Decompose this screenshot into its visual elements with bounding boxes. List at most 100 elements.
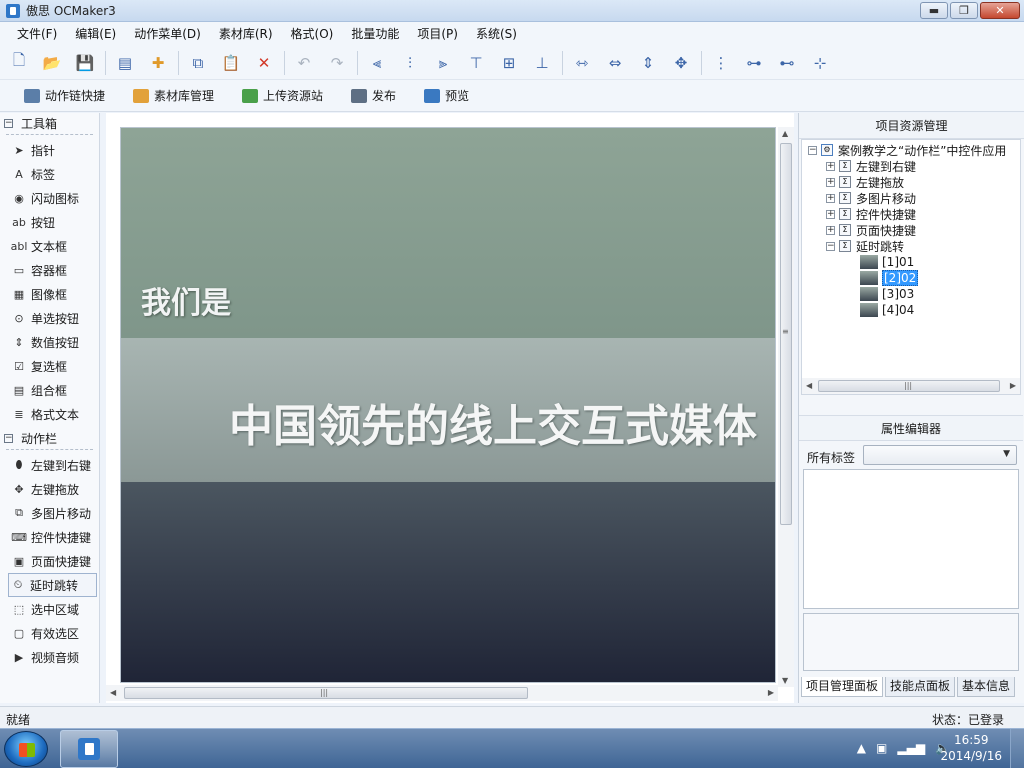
canvas-vertical-scrollbar[interactable]: ▲ ≡ ▼ <box>778 127 794 687</box>
distribute-h-icon[interactable]: ⇿ <box>569 50 595 76</box>
menu-format[interactable]: 格式(O) <box>282 22 343 46</box>
align-left-icon[interactable]: ⫷ <box>364 50 390 76</box>
plugin-icon[interactable]: ✚ <box>145 50 171 76</box>
delete-icon[interactable]: ✕ <box>251 50 277 76</box>
tool-item[interactable]: abl 文本框 <box>0 234 99 258</box>
new-file-icon[interactable]: 🗋 <box>6 50 32 76</box>
tool-item[interactable]: ab 按钮 <box>0 210 99 234</box>
network-icon[interactable]: ▂▄▆ <box>897 741 925 755</box>
open-folder-icon[interactable]: 📂 <box>39 50 65 76</box>
menu-library[interactable]: 素材库(R) <box>210 22 282 46</box>
tree-node[interactable]: + Σ 左键拖放 <box>826 174 904 190</box>
toolbox-section-header[interactable]: − 工具箱 <box>0 113 99 133</box>
scroll-left-icon[interactable]: ◀ <box>806 381 812 390</box>
align-right-icon[interactable]: ⫸ <box>430 50 456 76</box>
collapse-icon[interactable]: − <box>808 145 817 155</box>
preview-button[interactable]: 预览 <box>424 87 469 104</box>
tool-item[interactable]: ◉ 闪动图标 <box>0 186 99 210</box>
expand-icon[interactable]: + <box>826 193 835 203</box>
tree-page[interactable]: [1]01 <box>860 254 914 270</box>
action-item[interactable]: ▣ 页面快捷键 <box>0 549 99 573</box>
tree-node[interactable]: + Σ 控件快捷键 <box>826 206 916 222</box>
minimize-button[interactable]: ▬ <box>920 2 948 19</box>
same-size-icon[interactable]: ✥ <box>668 50 694 76</box>
property-grid[interactable] <box>803 469 1019 609</box>
canvas-horizontal-scrollbar[interactable]: ◀ ||| ▶ <box>106 685 778 701</box>
page-stage[interactable]: 我们是 中国领先的线上交互式媒体 <box>120 127 776 683</box>
align-top-icon[interactable]: ⊤ <box>463 50 489 76</box>
expand-icon[interactable]: + <box>826 177 835 187</box>
upload-button[interactable]: 上传资源站 <box>242 87 323 104</box>
start-button[interactable] <box>4 731 48 767</box>
same-height-icon[interactable]: ⇕ <box>635 50 661 76</box>
space-v-icon[interactable]: ⊷ <box>774 50 800 76</box>
tool-item[interactable]: ≣ 格式文本 <box>0 402 99 426</box>
tree-node[interactable]: + Σ 页面快捷键 <box>826 222 916 238</box>
design-canvas[interactable]: 我们是 中国领先的线上交互式媒体 ▲ ≡ ▼ ◀ ||| ▶ <box>106 113 794 703</box>
stage-tagline[interactable]: 中国领先的线上交互式媒体 <box>229 390 757 454</box>
tree-root[interactable]: − ⚙ 案例教学之“动作栏”中控件应用 <box>808 142 1006 158</box>
tool-item[interactable]: ☑ 复选框 <box>0 354 99 378</box>
stage-heading[interactable]: 我们是 <box>141 278 231 322</box>
align-middle-icon[interactable]: ⊞ <box>496 50 522 76</box>
properties-icon[interactable]: ▤ <box>112 50 138 76</box>
menu-file[interactable]: 文件(F) <box>8 22 66 46</box>
scroll-left-icon[interactable]: ◀ <box>110 688 116 697</box>
scroll-down-icon[interactable]: ▼ <box>782 676 788 685</box>
expand-icon[interactable]: + <box>826 209 835 219</box>
show-desktop-button[interactable] <box>1010 729 1024 768</box>
tree-page[interactable]: [2]02 <box>860 270 919 286</box>
tool-item[interactable]: ⇕ 数值按钮 <box>0 330 99 354</box>
action-item[interactable]: ▶ 视频音频 <box>0 645 99 669</box>
tray-expand-icon[interactable]: ▲ <box>857 741 866 755</box>
action-item[interactable]: ⌨ 控件快捷键 <box>0 525 99 549</box>
tool-item[interactable]: ▤ 组合框 <box>0 378 99 402</box>
copy-icon[interactable]: ⧉ <box>185 50 211 76</box>
same-width-icon[interactable]: ⇔ <box>602 50 628 76</box>
menu-edit[interactable]: 编辑(E) <box>66 22 125 46</box>
tree-node[interactable]: + Σ 左键到右键 <box>826 158 916 174</box>
menu-batch[interactable]: 批量功能 <box>342 22 408 46</box>
tree-node[interactable]: − Σ 延时跳转 <box>826 238 904 254</box>
maximize-button[interactable]: ❐ <box>950 2 978 19</box>
menu-system[interactable]: 系统(S) <box>467 22 526 46</box>
scroll-up-icon[interactable]: ▲ <box>782 129 788 138</box>
distribute-v-icon[interactable]: ⋮ <box>708 50 734 76</box>
tree-page[interactable]: [4]04 <box>860 302 914 318</box>
expand-icon[interactable]: + <box>826 161 835 171</box>
menu-project[interactable]: 项目(P) <box>408 22 467 46</box>
library-manage-button[interactable]: 素材库管理 <box>133 87 214 104</box>
taskbar-app-ocmaker[interactable] <box>60 730 118 768</box>
align-center-icon[interactable]: ⫶ <box>397 50 423 76</box>
property-filter-select[interactable]: ▼ <box>863 445 1017 465</box>
chevron-down-icon[interactable]: ▼ <box>1003 449 1010 459</box>
redo-icon[interactable]: ↷ <box>324 50 350 76</box>
align-bottom-icon[interactable]: ⊥ <box>529 50 555 76</box>
tool-item[interactable]: ⊙ 单选按钮 <box>0 306 99 330</box>
action-section-header[interactable]: − 动作栏 <box>0 428 99 448</box>
center-icon[interactable]: ⊹ <box>807 50 833 76</box>
tool-item[interactable]: ▦ 图像框 <box>0 282 99 306</box>
scroll-right-icon[interactable]: ▶ <box>1010 381 1016 390</box>
tray-device-icon[interactable]: ▣ <box>876 741 887 755</box>
menu-action[interactable]: 动作菜单(D) <box>125 22 210 46</box>
action-item[interactable]: ▢ 有效选区 <box>0 621 99 645</box>
action-item[interactable]: ⧉ 多图片移动 <box>0 501 99 525</box>
collapse-icon[interactable]: − <box>4 118 13 128</box>
collapse-icon[interactable]: − <box>826 241 835 251</box>
save-icon[interactable]: 💾 <box>72 50 98 76</box>
action-chain-button[interactable]: 动作链快捷 <box>24 87 105 104</box>
clock[interactable]: 16:59 2014/9/16 <box>940 732 1002 764</box>
close-button[interactable]: ✕ <box>980 2 1020 19</box>
scroll-right-icon[interactable]: ▶ <box>768 688 774 697</box>
tab-basic-info[interactable]: 基本信息 <box>957 677 1016 697</box>
publish-button[interactable]: 发布 <box>351 87 396 104</box>
tool-item[interactable]: ➤ 指针 <box>0 138 99 162</box>
tree-horizontal-scrollbar[interactable]: ◀ ||| ▶ <box>802 378 1020 394</box>
tree-page[interactable]: [3]03 <box>860 286 914 302</box>
undo-icon[interactable]: ↶ <box>291 50 317 76</box>
action-item[interactable]: ⬮ 左键到右键 <box>0 453 99 477</box>
action-item[interactable]: ⬚ 选中区域 <box>0 597 99 621</box>
tool-item[interactable]: ▭ 容器框 <box>0 258 99 282</box>
collapse-icon[interactable]: − <box>4 433 13 443</box>
